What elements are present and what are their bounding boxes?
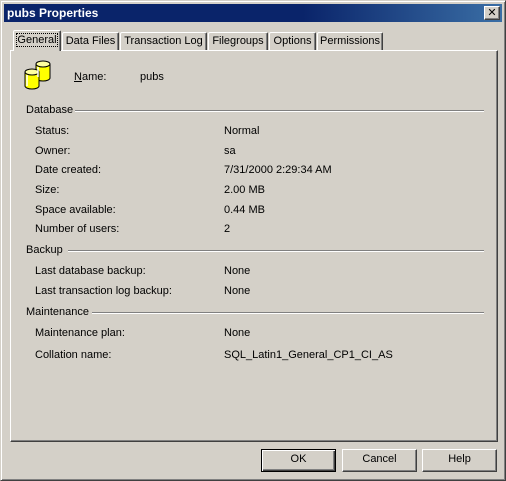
tab-permissions[interactable]: Permissions: [317, 32, 383, 50]
tab-data-files-label: Data Files: [65, 35, 116, 47]
close-icon[interactable]: ✕: [484, 6, 500, 20]
tab-permissions-label: Permissions: [320, 35, 380, 47]
tab-transaction-log-label: Transaction Log: [124, 35, 203, 47]
ok-button[interactable]: OK: [261, 449, 336, 472]
tab-transaction-log[interactable]: Transaction Log: [120, 32, 207, 50]
tab-options-label: Options: [273, 35, 312, 47]
tab-options[interactable]: Options: [269, 32, 316, 50]
tab-data-files[interactable]: Data Files: [62, 32, 119, 50]
tab-general[interactable]: General: [13, 30, 61, 51]
properties-dialog: pubs Properties ✕ General Data Files Tra…: [0, 0, 506, 481]
title-bar[interactable]: pubs Properties ✕: [4, 4, 502, 22]
window-title: pubs Properties: [7, 6, 99, 20]
cancel-button[interactable]: Cancel: [342, 449, 417, 472]
help-button[interactable]: Help: [422, 449, 497, 472]
general-tab-panel: [10, 50, 498, 442]
tab-filegroups[interactable]: Filegroups: [208, 32, 268, 50]
tab-general-label: General: [16, 33, 58, 47]
tab-filegroups-label: Filegroups: [212, 35, 264, 47]
